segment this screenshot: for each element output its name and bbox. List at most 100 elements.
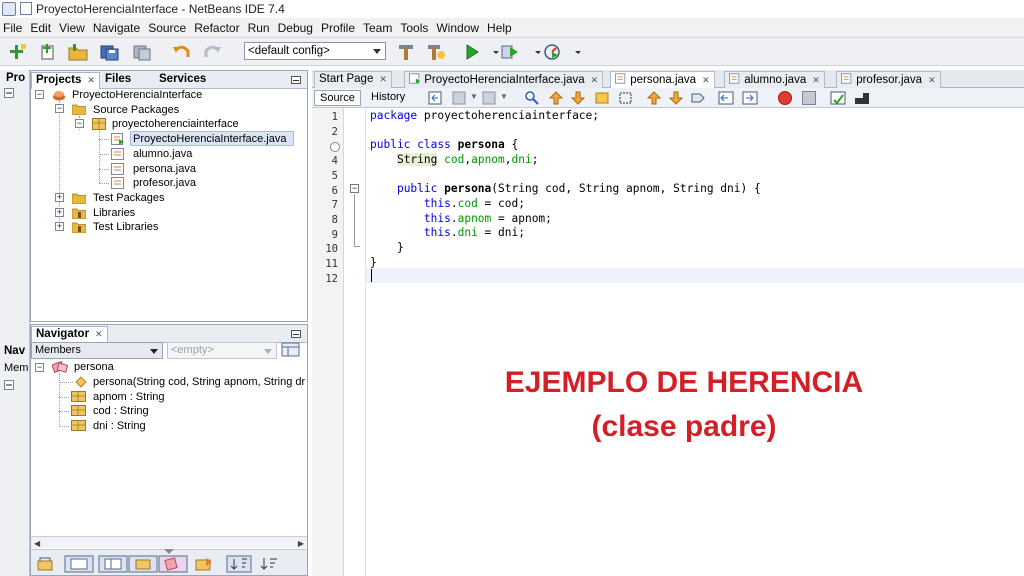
menu-file[interactable]: File — [3, 21, 22, 35]
tab-persona-java[interactable]: persona.java ✕ — [610, 71, 715, 88]
tree-item-persona[interactable]: persona.java — [133, 162, 196, 176]
minimize-window-icon[interactable] — [291, 330, 301, 338]
tab-navigator[interactable]: Navigator ✕ — [31, 326, 108, 343]
show-static-icon[interactable] — [158, 555, 188, 573]
code-line-6[interactable]: public persona(String cod, String apnom,… — [370, 182, 761, 195]
run-project-icon[interactable] — [462, 43, 482, 61]
close-icon[interactable]: ✕ — [591, 75, 599, 85]
tab-services[interactable]: Services — [155, 72, 210, 89]
tree-toggle-icon[interactable]: + — [55, 222, 64, 231]
history-view-button[interactable]: History — [366, 90, 410, 106]
last-edit-icon[interactable] — [428, 90, 444, 106]
close-icon[interactable]: ✕ — [95, 329, 103, 339]
show-fields-icon[interactable] — [64, 555, 94, 573]
save-all-icon[interactable] — [100, 43, 120, 61]
uncomment-icon[interactable] — [854, 92, 872, 106]
menu-view[interactable]: View — [59, 21, 85, 35]
redo-icon[interactable] — [202, 43, 222, 61]
code-line-4[interactable]: String cod,apnom,dni; — [370, 153, 539, 166]
tree-toggle-icon[interactable]: − — [35, 90, 44, 99]
menu-refactor[interactable]: Refactor — [194, 21, 239, 35]
previous-bookmark-icon[interactable] — [646, 90, 662, 106]
menu-tools[interactable]: Tools — [400, 21, 428, 35]
tree-expand-icon[interactable] — [4, 88, 14, 98]
close-icon[interactable]: ✕ — [702, 75, 710, 85]
nav-item-class[interactable]: persona — [74, 360, 114, 374]
annotation-marker-icon[interactable] — [330, 142, 340, 152]
close-project-icon[interactable] — [132, 43, 152, 61]
tab-alumno-java[interactable]: alumno.java ✕ — [724, 71, 825, 88]
tree-item-package[interactable]: proyectoherenciainterface — [112, 117, 239, 131]
find-selection-icon[interactable] — [524, 90, 540, 106]
minimize-window-icon[interactable] — [291, 76, 301, 84]
minimized-navigator-tab[interactable]: Nav — [4, 345, 25, 357]
find-previous-icon[interactable] — [548, 90, 564, 106]
sort-by-name-icon[interactable] — [36, 556, 56, 572]
tree-item-alumno[interactable]: alumno.java — [133, 147, 192, 161]
run-dropdown-chevron-icon[interactable] — [486, 43, 499, 61]
code-line-7[interactable]: this.cod = cod; — [370, 197, 525, 210]
tree-toggle-icon[interactable]: − — [75, 119, 84, 128]
undo-icon[interactable] — [172, 43, 192, 61]
profile-dropdown-chevron-icon[interactable] — [568, 43, 581, 61]
new-project-icon[interactable] — [8, 43, 28, 61]
shift-right-icon[interactable] — [742, 90, 758, 106]
chevron-down-icon[interactable]: ▼ — [470, 92, 478, 101]
tab-projects[interactable]: Projects ✕ — [31, 72, 100, 89]
show-fqn-icon[interactable] — [194, 555, 216, 573]
menu-window[interactable]: Window — [436, 21, 479, 35]
tree-toggle-icon[interactable]: + — [55, 193, 64, 202]
menu-edit[interactable]: Edit — [30, 21, 51, 35]
tree-item-profesor[interactable]: profesor.java — [133, 176, 196, 190]
menu-team[interactable]: Team — [363, 21, 392, 35]
chevron-down-icon[interactable]: ▼ — [500, 92, 508, 101]
toggle-rect-selection-icon[interactable] — [618, 90, 634, 106]
menu-debug[interactable]: Debug — [278, 21, 313, 35]
code-line-3[interactable]: public class persona { — [370, 138, 518, 151]
code-line-8[interactable]: this.apnom = apnom; — [370, 212, 552, 225]
tree-toggle-icon[interactable]: − — [35, 363, 44, 372]
stop-macro-icon[interactable] — [802, 91, 816, 105]
nav-item-constructor[interactable]: persona(String cod, String apnom, String… — [93, 375, 307, 389]
config-select[interactable]: <default config> — [244, 42, 386, 60]
toggle-bookmark-icon[interactable] — [690, 90, 706, 106]
tree-item-main-java[interactable]: ProyectoHerenciaInterface.java — [133, 132, 286, 146]
forward-icon[interactable] — [482, 90, 498, 106]
show-non-public-icon[interactable] — [128, 555, 158, 573]
horizontal-scrollbar[interactable]: ◀ ▶ — [31, 536, 307, 548]
minimized-projects-tab[interactable]: Pro — [6, 72, 25, 84]
code-line-11[interactable]: } — [370, 256, 377, 269]
tab-main-java[interactable]: ProyectoHerenciaInterface.java ✕ — [404, 71, 604, 88]
tree-item-test-packages[interactable]: Test Packages — [93, 191, 165, 205]
tab-profesor-java[interactable]: profesor.java ✕ — [836, 71, 941, 88]
debug-dropdown-chevron-icon[interactable] — [528, 43, 541, 61]
navigator-options-icon[interactable] — [281, 342, 301, 358]
code-line-1[interactable]: package proyectoherenciainterface; — [370, 109, 599, 122]
tree-item-test-libraries[interactable]: Test Libraries — [93, 220, 158, 234]
comment-icon[interactable] — [830, 90, 848, 106]
scroll-left-icon[interactable]: ◀ — [34, 539, 40, 548]
tree-toggle-icon[interactable]: − — [55, 104, 64, 113]
close-icon[interactable]: ✕ — [928, 75, 936, 85]
clean-build-icon[interactable] — [426, 43, 446, 61]
tree-collapse-icon[interactable] — [4, 380, 14, 390]
sort-asc-icon[interactable] — [226, 555, 252, 573]
menu-source[interactable]: Source — [148, 21, 186, 35]
nav-item-field[interactable]: apnom : String — [93, 390, 165, 404]
menu-profile[interactable]: Profile — [321, 21, 355, 35]
navigator-empty-select[interactable]: <empty> — [167, 342, 277, 359]
build-hammer-icon[interactable] — [396, 43, 416, 61]
collapse-handle-icon[interactable] — [164, 549, 174, 554]
tab-files[interactable]: Files — [101, 72, 135, 89]
source-view-button[interactable]: Source — [314, 90, 361, 106]
nav-item-field[interactable]: dni : String — [93, 419, 146, 433]
tree-item-project[interactable]: ProyectoHerenciaInterface — [72, 88, 202, 102]
find-next-icon[interactable] — [570, 90, 586, 106]
tree-item-libraries[interactable]: Libraries — [93, 206, 135, 220]
navigator-filter-select[interactable]: Members — [31, 342, 163, 359]
show-inherited-icon[interactable] — [98, 555, 128, 573]
profile-project-icon[interactable] — [542, 43, 562, 61]
fold-toggle-icon[interactable]: − — [350, 184, 359, 193]
open-project-icon[interactable] — [68, 43, 88, 61]
menu-run[interactable]: Run — [248, 21, 270, 35]
